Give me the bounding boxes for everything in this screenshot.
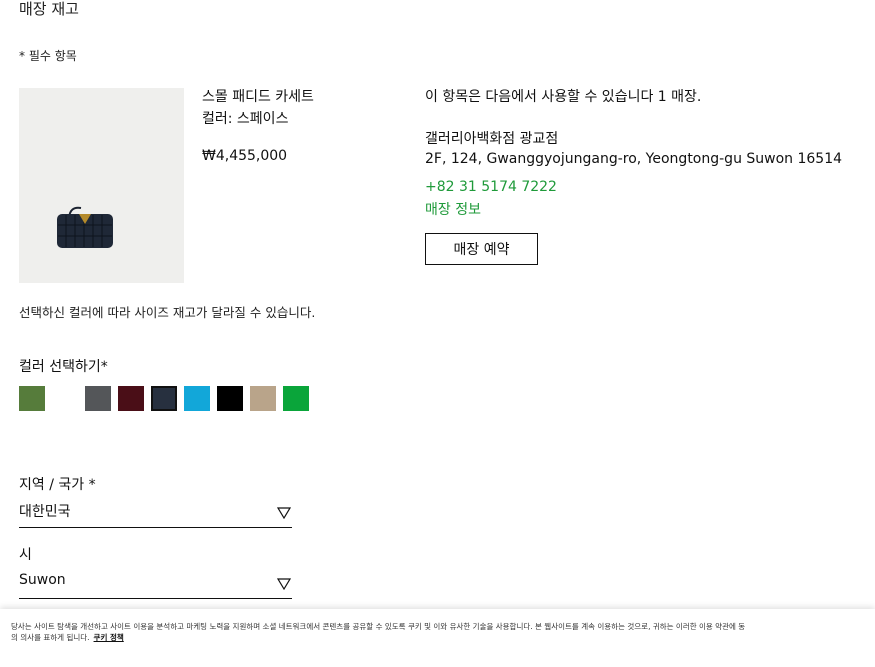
store-address: 2F, 124, Gwanggyojungang-ro, Yeongtong-g…: [425, 151, 843, 167]
chevron-down-icon: [277, 507, 291, 519]
color-swatch[interactable]: [217, 386, 243, 411]
color-swatch[interactable]: [118, 386, 144, 411]
cookie-policy-link[interactable]: 쿠키 정책: [94, 633, 124, 642]
city-select[interactable]: Suwon: [19, 570, 292, 599]
required-note: * 필수 항목: [19, 49, 77, 63]
cookie-text: 당사는 사이트 탐색을 개선하고 사이트 이용을 분석하고 마케팅 노력을 지원…: [11, 621, 751, 643]
color-swatch[interactable]: [250, 386, 276, 411]
color-swatch[interactable]: [283, 386, 309, 411]
color-select-label: 컬러 선택하기*: [19, 359, 108, 375]
region-label: 지역 / 국가 *: [19, 477, 96, 493]
product-image: [19, 88, 184, 283]
chevron-down-icon: [277, 578, 291, 590]
region-value: 대한민국: [19, 504, 71, 520]
page-title: 매장 재고: [19, 0, 79, 18]
product-name: 스몰 패디드 카세트: [202, 89, 314, 105]
cookie-banner: 당사는 사이트 탐색을 개선하고 사이트 이용을 분석하고 마케팅 노력을 지원…: [0, 609, 875, 667]
city-label: 시: [19, 547, 32, 563]
city-value: Suwon: [19, 572, 66, 588]
color-swatch[interactable]: [184, 386, 210, 411]
color-swatch[interactable]: [52, 386, 78, 411]
region-select[interactable]: 대한민국: [19, 499, 292, 528]
bag-icon: [57, 206, 113, 248]
color-swatch[interactable]: [85, 386, 111, 411]
color-swatch[interactable]: [151, 386, 177, 411]
store-name: 갤러리아백화점 광교점: [425, 131, 559, 147]
product-color: 컬러: 스페이스: [202, 111, 289, 127]
store-info-link[interactable]: 매장 정보: [425, 199, 481, 219]
reserve-store-button[interactable]: 매장 예약: [425, 233, 538, 265]
availability-text: 이 항목은 다음에서 사용할 수 있습니다 1 매장.: [425, 89, 702, 105]
store-phone-link[interactable]: +82 31 5174 7222: [425, 179, 557, 195]
color-swatch[interactable]: [19, 386, 45, 411]
product-price: ₩4,455,000: [202, 148, 288, 164]
size-availability-note: 선택하신 컬러에 따라 사이즈 재고가 달라질 수 있습니다.: [19, 305, 316, 320]
